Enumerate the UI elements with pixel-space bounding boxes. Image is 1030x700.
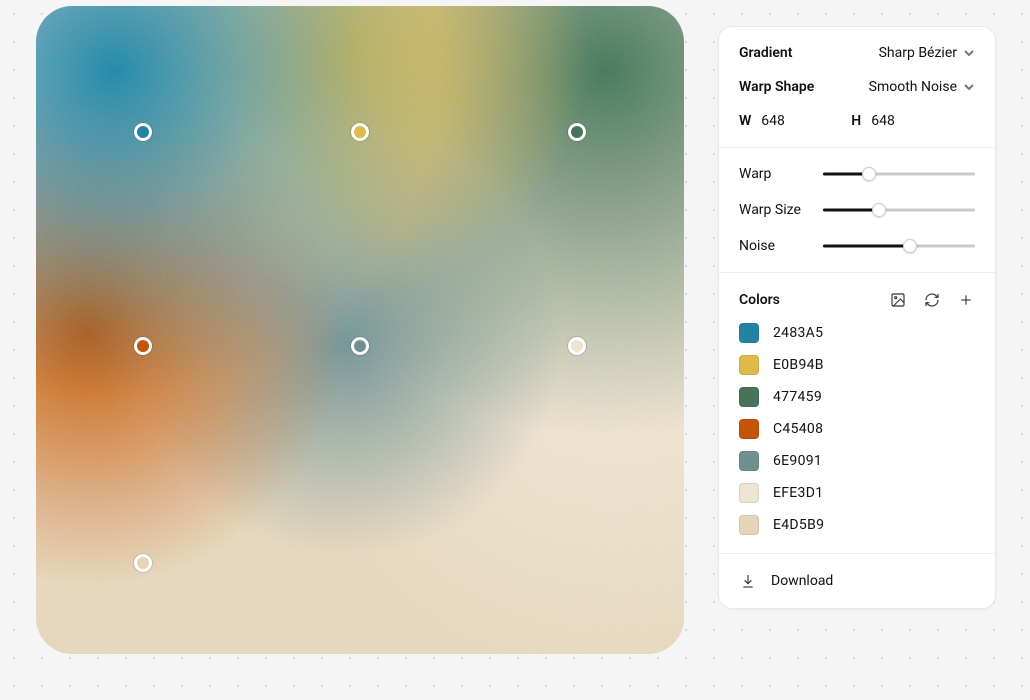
color-code: 477459: [773, 389, 822, 405]
gradient-handle[interactable]: [134, 123, 152, 141]
height-field[interactable]: H: [851, 113, 921, 129]
download-section: Download: [719, 553, 995, 608]
height-input[interactable]: [871, 113, 921, 129]
width-input[interactable]: [761, 113, 811, 129]
color-swatch: [739, 515, 759, 535]
plus-icon[interactable]: [957, 291, 975, 309]
refresh-icon[interactable]: [923, 291, 941, 309]
color-item[interactable]: EFE3D1: [739, 483, 975, 503]
warp-slider-label: Warp: [739, 166, 809, 182]
color-code: 6E9091: [773, 453, 822, 469]
gradient-canvas: [36, 6, 684, 654]
gradient-handle[interactable]: [134, 337, 152, 355]
warp-size-slider-label: Warp Size: [739, 202, 809, 218]
noise-slider-label: Noise: [739, 238, 809, 254]
color-code: EFE3D1: [773, 485, 823, 501]
chevron-down-icon: [963, 81, 975, 93]
gradient-handle[interactable]: [568, 337, 586, 355]
gradient-select[interactable]: Sharp Bézier: [879, 45, 975, 61]
color-code: 2483A5: [773, 325, 823, 341]
noise-slider[interactable]: [823, 239, 975, 253]
warp-slider[interactable]: [823, 167, 975, 181]
width-letter: W: [739, 113, 751, 129]
color-item[interactable]: E4D5B9: [739, 515, 975, 535]
height-letter: H: [851, 113, 861, 129]
warp-shape-select-value: Smooth Noise: [869, 79, 957, 95]
warp-shape-label: Warp Shape: [739, 79, 814, 95]
download-label: Download: [771, 573, 833, 589]
gradient-handle[interactable]: [134, 554, 152, 572]
color-code: E4D5B9: [773, 517, 824, 533]
warp-size-slider[interactable]: [823, 203, 975, 217]
sliders-section: Warp Warp Size Noise: [719, 147, 995, 272]
colors-section: Colors 2483A5 E0B94B 477459 C45408 6E9091 EFE…: [719, 272, 995, 553]
color-swatch: [739, 387, 759, 407]
color-item[interactable]: 477459: [739, 387, 975, 407]
settings-section: Gradient Sharp Bézier Warp Shape Smooth …: [719, 27, 995, 147]
color-item[interactable]: C45408: [739, 419, 975, 439]
color-item[interactable]: E0B94B: [739, 355, 975, 375]
color-code: E0B94B: [773, 357, 824, 373]
color-item[interactable]: 6E9091: [739, 451, 975, 471]
chevron-down-icon: [963, 47, 975, 59]
download-icon: [739, 572, 757, 590]
color-swatch: [739, 483, 759, 503]
gradient-handle[interactable]: [568, 123, 586, 141]
gradient-handle[interactable]: [351, 123, 369, 141]
gradient-select-value: Sharp Bézier: [879, 45, 957, 61]
gradient-handle[interactable]: [351, 337, 369, 355]
gradient-label: Gradient: [739, 45, 792, 61]
color-code: C45408: [773, 421, 823, 437]
color-swatch: [739, 323, 759, 343]
warp-shape-select[interactable]: Smooth Noise: [869, 79, 975, 95]
control-panel: Gradient Sharp Bézier Warp Shape Smooth …: [718, 26, 996, 609]
download-button[interactable]: Download: [739, 572, 975, 590]
color-item[interactable]: 2483A5: [739, 323, 975, 343]
width-field[interactable]: W: [739, 113, 811, 129]
color-swatch: [739, 355, 759, 375]
colors-header-label: Colors: [739, 292, 780, 308]
gradient-preview[interactable]: [36, 6, 684, 654]
color-swatch: [739, 419, 759, 439]
color-swatch: [739, 451, 759, 471]
image-icon[interactable]: [889, 291, 907, 309]
